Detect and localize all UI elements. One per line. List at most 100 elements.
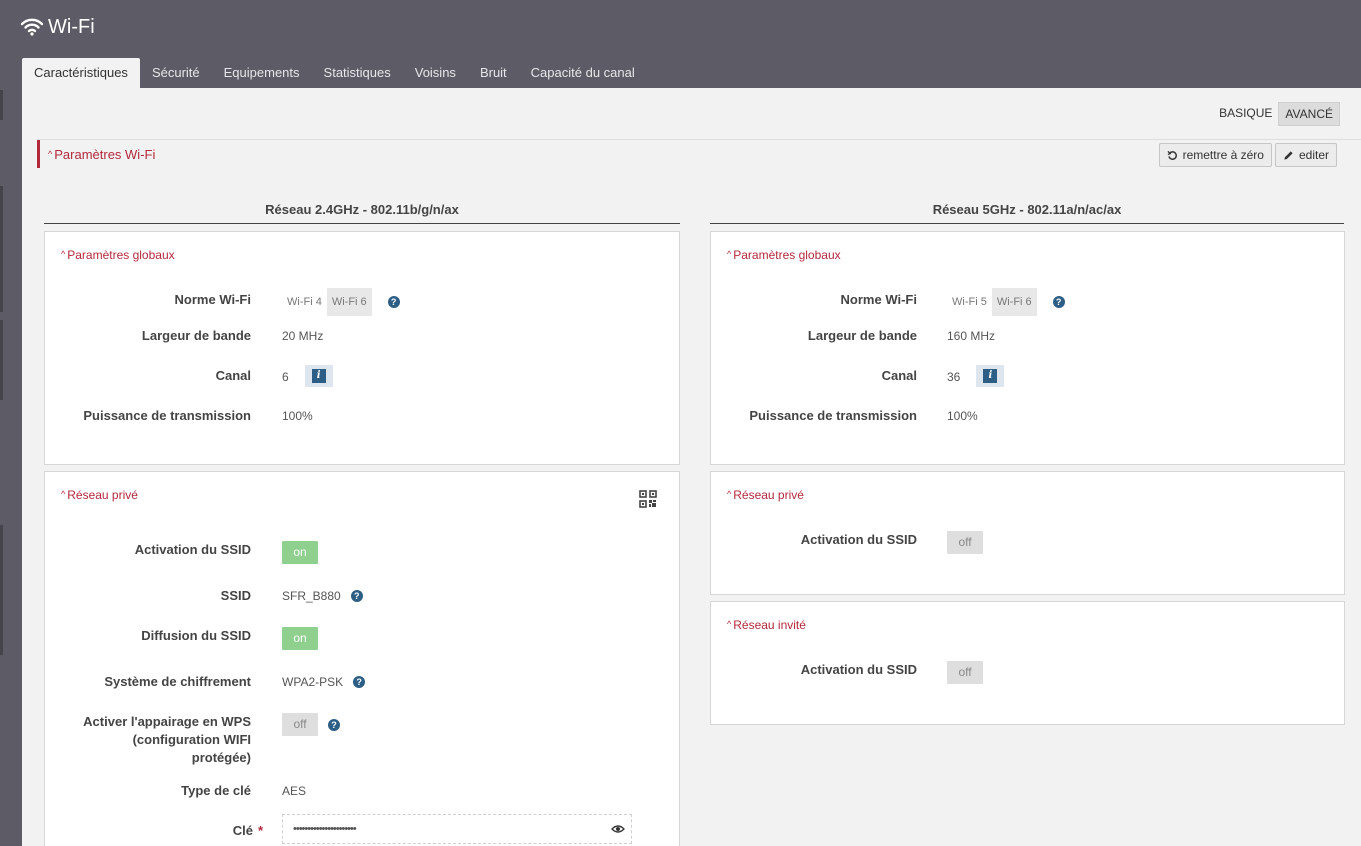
panel-title: Réseau invité (733, 618, 806, 632)
panel-toggle-global-5[interactable]: ^ Paramètres globaux (727, 248, 841, 262)
power-value: 100% (282, 409, 313, 423)
strip-segment (0, 320, 3, 400)
band-5-guest-panel: ^ Réseau invité Activation du SSID off (710, 601, 1345, 725)
channel-info-button[interactable]: i (304, 365, 333, 387)
tab-bruit[interactable]: Bruit (468, 58, 519, 88)
channel-value: 6 (282, 370, 289, 384)
info-icon: i (983, 369, 998, 383)
section-title: Paramètres Wi-Fi (54, 147, 156, 162)
band-24-private-panel: ^ Réseau privé Activation du SSID on SSID… (44, 471, 680, 846)
field-label: Activation du SSID (800, 532, 917, 547)
field-label: SSID (220, 588, 251, 603)
wps-label-line: protégée) (191, 750, 251, 765)
band-5-private-panel: ^ Réseau privé Activation du SSID off (710, 471, 1345, 595)
field-label: Puissance de transmission (749, 408, 917, 423)
key-type-value: AES (282, 784, 307, 798)
tab-bar: Caractéristiques Sécurité Equipements St… (22, 58, 647, 88)
tab-securite[interactable]: Sécurité (140, 58, 212, 88)
bandwidth-value: 160 MHz (947, 329, 996, 343)
norm-option-wifi6[interactable]: Wi-Fi 6 (326, 288, 372, 316)
panel-title: Paramètres globaux (733, 248, 841, 262)
strip-segment (0, 186, 3, 312)
mode-switch: BASIQUE AVANCÉ (1213, 102, 1340, 126)
band-5-global-panel: ^ Paramètres globaux Norme Wi-Fi Wi-Fi 5 … (710, 231, 1345, 465)
channel-value: 36 (947, 370, 961, 384)
panel-title: Réseau privé (67, 488, 138, 502)
help-icon[interactable]: ? (1052, 296, 1065, 308)
help-icon[interactable]: ? (387, 296, 400, 308)
wps-toggle[interactable]: off (282, 713, 318, 736)
tab-voisins[interactable]: Voisins (403, 58, 468, 88)
chevron-up-icon: ^ (727, 489, 732, 499)
divider (37, 139, 1361, 140)
mode-advanced-button[interactable]: AVANCÉ (1278, 102, 1340, 126)
chevron-up-icon: ^ (61, 489, 66, 499)
norm-option-wifi4[interactable]: Wi-Fi 4 (282, 288, 327, 316)
tab-equipements[interactable]: Equipements (212, 58, 312, 88)
channel-info-button[interactable]: i (976, 365, 1005, 387)
info-icon: i (311, 369, 326, 383)
ssid-activation-toggle[interactable]: on (282, 541, 318, 564)
strip-segment (0, 90, 3, 120)
wifi-icon (20, 18, 44, 36)
key-label: Clé (232, 823, 253, 838)
band-24-title: Réseau 2.4GHz - 802.11b/g/n/ax (44, 202, 680, 224)
tab-caracteristiques[interactable]: Caractéristiques (22, 58, 140, 88)
field-label: Norme Wi-Fi (174, 292, 251, 307)
left-strip (0, 0, 4, 846)
tab-capacite-canal[interactable]: Capacité du canal (519, 58, 647, 88)
edit-button-label: editer (1298, 148, 1329, 162)
chevron-up-icon: ^ (727, 249, 732, 259)
eye-icon[interactable] (611, 824, 625, 834)
field-label: Puissance de transmission (83, 408, 251, 423)
wifi-key-input[interactable]: •••••••••••••••••••••• (282, 814, 632, 844)
power-value: 100% (947, 409, 978, 423)
pencil-icon (1284, 150, 1293, 160)
band-5-title: Réseau 5GHz - 802.11a/n/ac/ax (710, 202, 1344, 224)
field-label: Activation du SSID (800, 662, 917, 677)
tab-content: BASIQUE AVANCÉ ^ Paramètres Wi-Fi remettr… (22, 88, 1361, 846)
page-title: Wi-Fi (48, 15, 95, 38)
wps-label-line: (configuration WIFI (132, 732, 251, 747)
panel-title: Réseau privé (733, 488, 804, 502)
help-icon[interactable]: ? (350, 590, 363, 602)
tab-statistiques[interactable]: Statistiques (312, 58, 403, 88)
panel-toggle-guest-5[interactable]: ^ Réseau invité (727, 618, 806, 632)
edit-button[interactable]: editer (1274, 143, 1337, 167)
chevron-up-icon: ^ (61, 249, 66, 259)
required-marker: * (257, 823, 263, 838)
field-label: Activer l'appairage en WPS (configuratio… (83, 713, 251, 767)
norm-option-wifi6[interactable]: Wi-Fi 6 (991, 288, 1037, 316)
section-toggle-wifi-params[interactable]: ^ Paramètres Wi-Fi (37, 140, 155, 168)
wps-label-line: Activer l'appairage en WPS (83, 714, 251, 729)
norm-option-wifi5[interactable]: Wi-Fi 5 (947, 288, 992, 316)
help-icon[interactable]: ? (353, 676, 366, 688)
qr-code-icon[interactable] (639, 490, 657, 508)
encryption-value: WPA2-PSK (282, 675, 344, 689)
field-label: Canal (881, 368, 917, 383)
chevron-up-icon: ^ (727, 619, 732, 629)
wifi-norm-selector: Wi-Fi 4 Wi-Fi 6 (282, 288, 372, 316)
bandwidth-value: 20 MHz (282, 329, 324, 343)
field-label: Largeur de bande (141, 328, 251, 343)
chevron-up-icon: ^ (48, 149, 53, 159)
field-label: Système de chiffrement (104, 674, 251, 689)
ssid-broadcast-toggle[interactable]: on (282, 627, 318, 650)
page-header: Wi-Fi (20, 12, 95, 42)
mode-basic-button[interactable]: BASIQUE (1213, 102, 1278, 126)
strip-segment (0, 525, 3, 655)
wifi-key-value: •••••••••••••••••••••• (293, 823, 357, 835)
panel-toggle-private-5[interactable]: ^ Réseau privé (727, 488, 804, 502)
ssid-activation-toggle[interactable]: off (947, 531, 983, 554)
reset-button[interactable]: remettre à zéro (1158, 143, 1272, 167)
field-label: Activation du SSID (134, 542, 251, 557)
help-icon[interactable]: ? (328, 718, 340, 731)
panel-toggle-private-24[interactable]: ^ Réseau privé (61, 488, 138, 502)
field-label: Diffusion du SSID (141, 628, 251, 643)
band-24-global-panel: ^ Paramètres globaux Norme Wi-Fi Wi-Fi 4 … (44, 231, 680, 465)
ssid-value: SFR_B880 (282, 589, 341, 603)
guest-ssid-activation-toggle[interactable]: off (947, 661, 983, 684)
field-label: Type de clé (181, 783, 251, 798)
panel-toggle-global-24[interactable]: ^ Paramètres globaux (61, 248, 175, 262)
undo-icon (1167, 150, 1177, 160)
